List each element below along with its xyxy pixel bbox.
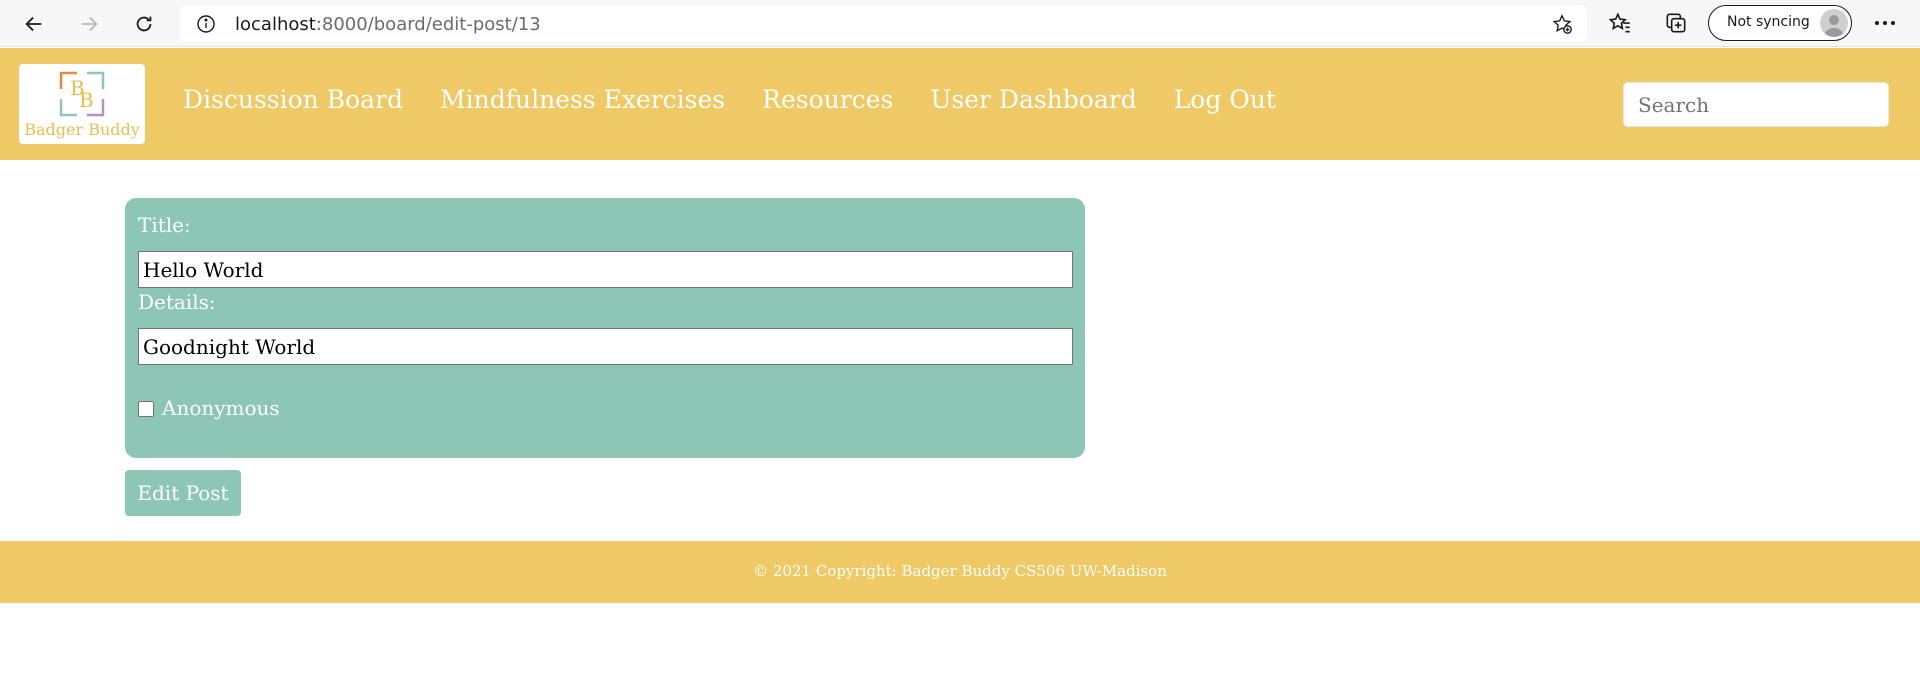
favorites-icon[interactable] [1607, 10, 1633, 36]
details-input[interactable] [138, 328, 1073, 365]
profile-avatar [1820, 9, 1848, 37]
search-input[interactable] [1623, 82, 1889, 127]
more-options-icon[interactable] [1872, 12, 1898, 34]
site-footer: © 2021 Copyright: Badger Buddy CS506 UW-… [0, 541, 1920, 603]
nav-log-out[interactable]: Log Out [1174, 85, 1276, 114]
details-label: Details: [138, 290, 216, 314]
edit-post-button[interactable]: Edit Post [125, 470, 241, 516]
arrow-left-icon [25, 16, 42, 32]
add-favorite-icon[interactable] [1551, 13, 1573, 35]
title-input[interactable] [138, 251, 1073, 288]
nav-discussion-board[interactable]: Discussion Board [183, 85, 403, 114]
title-label: Title: [138, 213, 191, 237]
nav-resources[interactable]: Resources [762, 85, 893, 114]
address-bar[interactable]: localhost:8000/board/edit-post/13 [180, 5, 1587, 42]
site-header: B B Badger Buddy Discussion Board Mindfu… [0, 48, 1920, 160]
sync-status-label: Not syncing [1727, 14, 1810, 30]
svg-text:B: B [79, 88, 94, 112]
edit-post-form: Title: Details: Anonymous [125, 198, 1085, 458]
collections-icon[interactable] [1663, 10, 1689, 36]
site-logo[interactable]: B B Badger Buddy [19, 64, 145, 144]
url-host: localhost [235, 14, 316, 35]
reload-button[interactable] [128, 8, 160, 40]
info-icon[interactable] [196, 14, 216, 34]
profile-sync-button[interactable]: Not syncing [1708, 5, 1852, 41]
nav-user-dashboard[interactable]: User Dashboard [930, 85, 1136, 114]
back-button[interactable] [18, 8, 50, 40]
copyright-text: © 2021 Copyright: Badger Buddy CS506 UW-… [753, 562, 1167, 580]
anonymous-label[interactable]: Anonymous [162, 396, 280, 420]
url-path: :8000/board/edit-post/13 [315, 14, 541, 35]
forward-button[interactable] [73, 8, 105, 40]
url-text[interactable]: localhost:8000/board/edit-post/13 [235, 14, 541, 35]
browser-toolbar: localhost:8000/board/edit-post/13 Not sy… [0, 0, 1920, 47]
nav-mindfulness-exercises[interactable]: Mindfulness Exercises [440, 85, 725, 114]
user-icon [1824, 15, 1844, 37]
main-nav: Discussion Board Mindfulness Exercises R… [183, 85, 1313, 114]
anonymous-checkbox[interactable] [138, 401, 154, 417]
badger-buddy-logo-mark: B B [59, 71, 105, 117]
logo-text: Badger Buddy [24, 120, 140, 139]
reload-icon [136, 16, 152, 32]
arrow-right-icon [81, 16, 98, 32]
